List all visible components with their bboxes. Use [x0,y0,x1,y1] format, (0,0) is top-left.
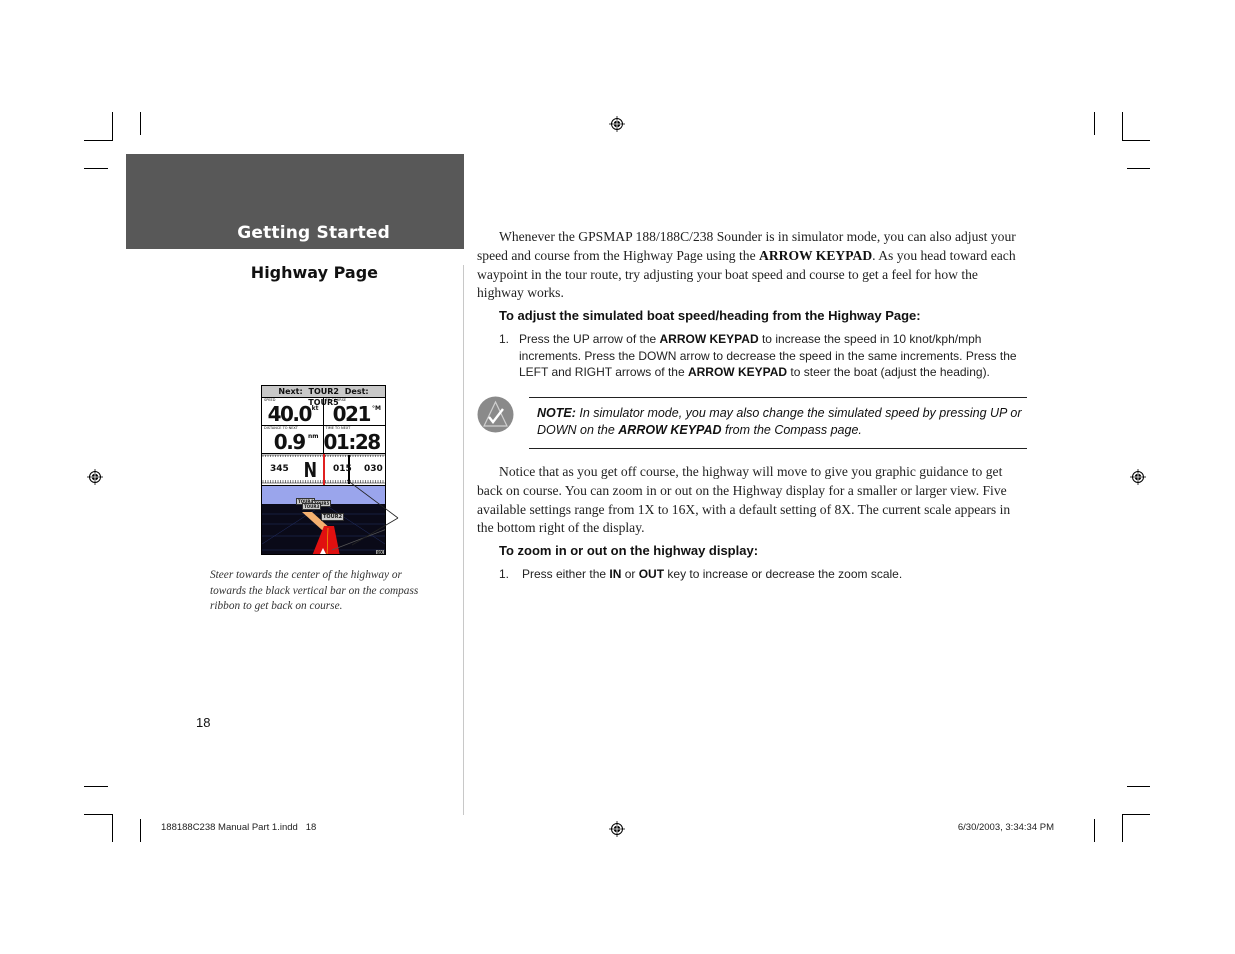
crop-mark [1122,140,1150,141]
crop-mark [1127,168,1150,169]
step-text: Press the UP arrow of the ARROW KEYPAD t… [519,331,1029,381]
gps-field-unit: nm [307,433,319,440]
crop-mark [1127,786,1150,787]
crop-mark [140,819,141,842]
text-run: from the Compass page. [721,423,862,437]
registration-mark-icon [609,821,625,837]
crop-mark [112,814,113,842]
text-run: or [621,567,639,581]
waypoint-label: TOUR3 [302,503,322,510]
procedure-step: 1. Press either the IN or OUT key to inc… [499,566,1029,583]
crop-mark [84,168,108,169]
crop-mark [1122,112,1123,140]
notice-paragraph: Notice that as you get off course, the h… [477,464,1011,536]
compass-label: 345 [270,464,289,474]
section-header-band: Getting Started [126,154,464,249]
text-run: key to increase or decrease the zoom sca… [664,567,903,581]
intro-paragraph: Whenever the GPSMAP 188/188C/238 Sounder… [477,228,1027,303]
gps-field-unit: kt [311,405,319,412]
note-rule-top [529,397,1027,398]
step-number: 1. [499,332,510,346]
gps-field-value: 40.0 [267,402,313,426]
gps-field-distance: DISTANCE TO NEXT 0.9 nm [262,426,324,454]
print-slug-timestamp: 6/30/2003, 3:34:34 PM [957,822,1054,833]
procedure-heading: To adjust the simulated boat speed/headi… [499,308,921,323]
registration-mark-icon [1130,469,1146,485]
column-divider [463,265,464,815]
key-name: IN [609,567,622,581]
crop-mark [140,112,141,135]
text-run: Press either the [522,567,610,581]
step-text: Press either the IN or OUT key to increa… [522,566,902,583]
gps-field-value: 021 [332,402,372,426]
crop-mark [84,140,113,141]
registration-mark-icon [609,116,625,132]
crop-mark [1122,814,1123,842]
gps-next-dest-bar: Next: TOUR2 Dest: TOUR5 [262,386,385,407]
text-run: to steer the boat (adjust the heading). [787,365,990,379]
gps-field-value: 01:28 [323,430,382,454]
procedure-heading: To zoom in or out on the highway display… [499,543,759,558]
compass-label-north: N [303,458,318,482]
text-run: Press the UP arrow of the [519,332,660,346]
callout-lines [346,479,399,546]
step-number: 1. [499,567,510,581]
gps-field-to-course: TO COURSE 021 °M [323,398,385,426]
gps-field-speed: SPEED 40.0 kt [262,398,324,426]
key-name: ARROW KEYPAD [687,365,788,379]
note-label: NOTE: [537,406,576,420]
crop-mark [1094,112,1095,135]
gps-field-unit: °M [372,405,381,412]
note-text: NOTE: In simulator mode, you may also ch… [537,405,1027,439]
page-subtitle: Highway Page [250,263,378,282]
note-rule-bottom [529,448,1027,449]
crop-mark [1122,814,1150,815]
key-name: ARROW KEYPAD [759,247,873,263]
key-name: ARROW KEYPAD [659,332,759,346]
section-title: Getting Started [237,223,390,243]
crop-mark [84,814,113,815]
key-name: ARROW KEYPAD [618,423,722,437]
page-number: 18 [196,715,211,730]
crop-mark [84,786,108,787]
key-name: OUT [638,567,665,581]
checkmark-note-icon [477,396,514,433]
registration-mark-icon [87,469,103,485]
crop-mark [112,112,113,140]
crop-mark [1094,819,1095,842]
highway-road [312,526,340,554]
procedure-step: 1. Press the UP arrow of the ARROW KEYPA… [499,331,1029,381]
print-slug-filename: 188188C238 Manual Part 1.indd 18 [161,822,317,833]
figure-caption: Steer towards the center of the highway … [210,569,419,612]
